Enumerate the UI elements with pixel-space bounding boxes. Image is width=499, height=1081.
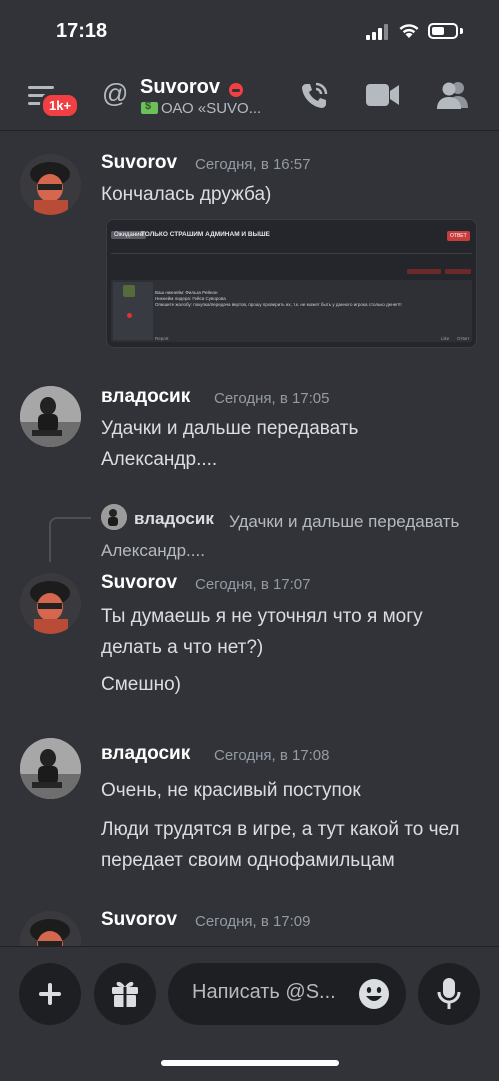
message-text: Кончалась дружба) [101,184,272,205]
gift-icon [112,981,138,1007]
forum-reply: Ответ [457,336,470,341]
message-list[interactable]: Suvorov Сегодня, в 16:57 Кончалась дружб… [0,131,499,946]
add-attachment-button[interactable] [19,963,81,1025]
message-input-placeholder: Написать @S... [192,981,336,1003]
custom-status: ОАО «SUVO... [141,100,261,117]
timestamp: Сегодня, в 17:09 [195,913,311,930]
timestamp: Сегодня, в 17:08 [214,747,330,764]
status-bar: 17:18 [0,0,499,64]
members-icon[interactable] [436,80,470,110]
forum-post-line: Опишите жалобу: покупка/передача вертов,… [155,302,402,307]
video-icon[interactable] [366,82,400,108]
username[interactable]: владосик [101,743,190,765]
reply-username[interactable]: владосик [134,509,214,529]
emoji-icon[interactable] [358,978,390,1010]
username[interactable]: Suvorov [101,909,177,931]
username[interactable]: Suvorov [101,572,177,594]
forum-report: Report [155,336,169,341]
timestamp: Сегодня, в 17:07 [195,576,311,593]
dnd-status-icon [229,83,243,97]
signal-icon [366,24,388,40]
avatar[interactable] [20,738,81,799]
battery-icon [428,23,458,39]
unread-badge: 1k+ [40,92,81,119]
username[interactable]: Suvorov [101,152,177,174]
username[interactable]: владосик [101,386,190,408]
timestamp: Сегодня, в 16:57 [195,156,311,173]
forum-like: Like [441,336,450,341]
message-text: Ты думаешь я не уточнял что я могу делат… [101,606,423,658]
battery-tip [460,28,463,34]
avatar[interactable] [20,573,81,634]
message-text: Удачки и дальше передавать Александр.... [101,418,359,470]
gift-button[interactable] [94,963,156,1025]
mic-icon [437,978,461,1009]
reply-connector [49,517,91,562]
plus-icon [39,983,61,1005]
message-text: Люди трудятся в игре, а тут какой то чел… [101,819,460,871]
message-text: Смешно) [101,674,181,695]
image-attachment[interactable]: Ожидание ТОЛЬКО СТРАШИМ АДМИНАМ И ВЫШЕ О… [106,219,477,348]
voice-message-button[interactable] [418,963,480,1025]
message-text: Очень, не красивый поступок [101,780,361,801]
phone-icon[interactable] [298,80,330,112]
at-icon: @ [102,78,129,108]
forum-thread-title: ТОЛЬКО СТРАШИМ АДМИНАМ И ВЫШЕ [141,231,270,238]
home-indicator [161,1060,339,1066]
wifi-icon [399,24,419,38]
dm-header: 1k+ @ Suvorov ОАО «SUVO... [0,64,499,131]
message-input[interactable]: Написать @S... [168,963,406,1025]
avatar[interactable] [20,386,81,447]
custom-status-text: ОАО «SUVO... [161,100,262,117]
forum-reply-button: ОТВЕТ [447,231,470,241]
avatar[interactable] [20,911,81,946]
avatar[interactable] [20,154,81,215]
status-time: 17:18 [56,20,108,42]
timestamp: Сегодня, в 17:05 [214,390,330,407]
money-icon [141,100,158,114]
channel-title[interactable]: Suvorov [140,76,220,99]
